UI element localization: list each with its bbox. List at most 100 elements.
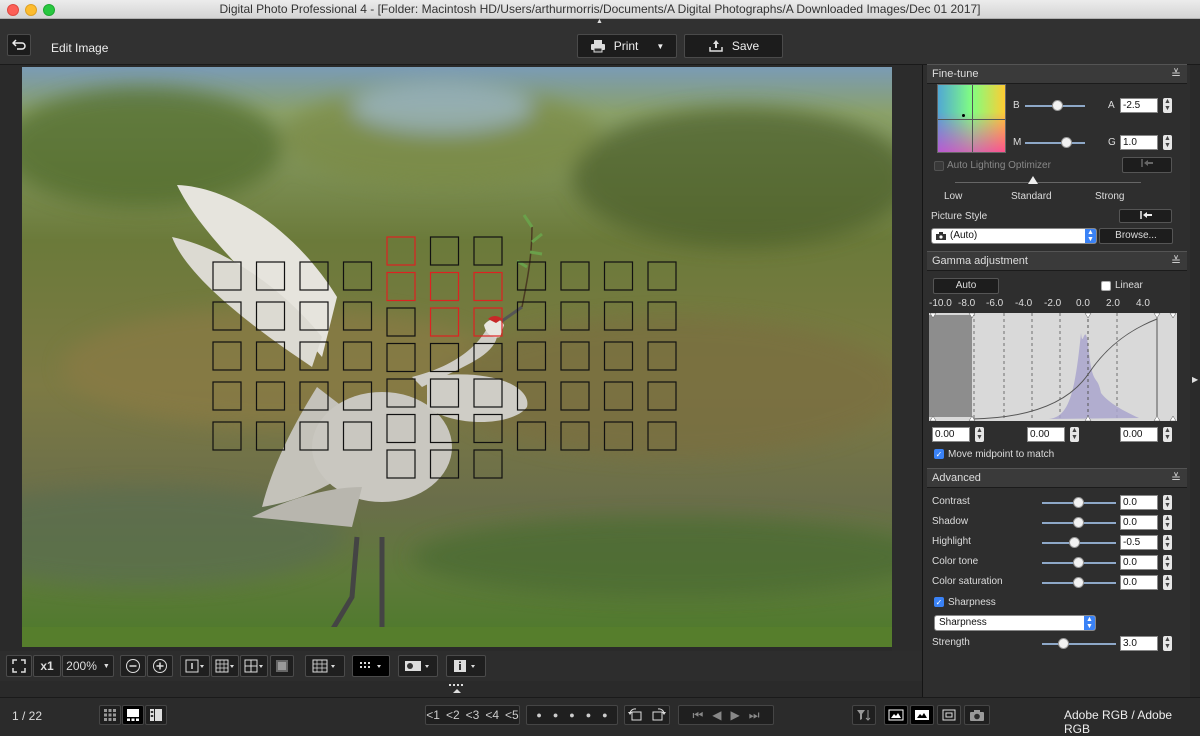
maximize-window-button[interactable] [43,4,55,16]
previous-image-icon[interactable]: ◀ [712,708,721,722]
advanced-row-slider[interactable] [1042,577,1116,588]
print-button[interactable]: Print ▼ [577,34,677,58]
close-window-button[interactable] [7,4,19,16]
gamma-midpoint-field[interactable]: 0.00 [1027,427,1065,442]
alo-reset-button[interactable] [1122,157,1172,173]
last-image-icon[interactable]: ⏭ [749,708,760,723]
move-midpoint-checkbox[interactable]: ✓ [934,449,944,459]
mg-stepper[interactable]: ▲ ▼ [1163,135,1172,150]
image-viewer[interactable] [22,67,892,647]
ba-slider[interactable] [1025,100,1085,111]
advanced-row-slider[interactable] [1042,537,1116,548]
compare-view-button[interactable] [270,655,294,677]
first-image-icon[interactable]: ⏮ [692,708,703,723]
mg-slider-knob[interactable] [1061,137,1072,148]
advanced-row-slider-knob[interactable] [1069,537,1081,548]
advanced-row-stepper[interactable]: ▲ ▼ [1163,555,1172,570]
advanced-row-value-field[interactable]: 0.0 [1120,575,1158,590]
strength-stepper[interactable]: ▲ ▼ [1163,636,1172,651]
rating-3-button[interactable]: ˂3 [466,708,480,722]
check-dot-5-icon[interactable]: ● [602,710,607,720]
highlight-warning-button[interactable] [398,655,438,677]
linear-checkbox[interactable] [1101,281,1111,291]
gamma-shadow-stepper[interactable]: ▲ ▼ [975,427,984,442]
gamma-histogram[interactable] [929,313,1177,421]
fit-screen-button[interactable] [6,655,32,677]
gamma-adjustment-header[interactable]: Gamma adjustment ≚ [927,251,1187,271]
zoom-level-select[interactable]: 200% ▼ [62,655,114,677]
ba-stepper[interactable]: ▲ ▼ [1163,98,1172,113]
check-dot-3-icon[interactable]: ● [569,710,574,720]
white-balance-grid[interactable] [937,84,1006,153]
mg-value-field[interactable]: 1.0 [1120,135,1158,150]
collapse-toolbar-icon[interactable]: ▲ [596,18,603,25]
ba-slider-knob[interactable] [1052,100,1063,111]
strength-slider[interactable] [1042,638,1116,649]
filmstrip-view-button[interactable] [122,705,144,725]
strength-value-field[interactable]: 3.0 [1120,636,1158,651]
check-dot-2-icon[interactable]: ● [553,710,558,720]
mg-slider[interactable] [1025,137,1085,148]
advanced-row-value-field[interactable]: 0.0 [1120,495,1158,510]
back-button[interactable] [7,34,31,56]
advanced-row-stepper[interactable]: ▲ ▼ [1163,515,1172,530]
browse-button[interactable]: Browse... [1099,228,1173,244]
collapse-chevron-icon[interactable]: ≚ [1171,252,1181,271]
advanced-row-slider[interactable] [1042,497,1116,508]
rating-1-button[interactable]: ˂1 [426,708,440,722]
advanced-row-slider-knob[interactable] [1073,497,1084,508]
zoom-1x-button[interactable]: x1 [33,655,61,677]
af-frame-display-button[interactable] [352,655,390,677]
tone-adjustment-tab[interactable] [910,705,934,725]
picture-style-select[interactable]: (Auto) ▲ ▼ [931,228,1097,244]
auto-lighting-optimizer-checkbox[interactable] [934,161,944,171]
rotate-right-icon[interactable] [650,708,666,722]
alo-level-marker[interactable] [1028,176,1038,184]
check-dot-1-icon[interactable]: ● [536,710,541,720]
advanced-row-slider-knob[interactable] [1073,517,1084,528]
advanced-row-slider-knob[interactable] [1073,577,1084,588]
minimize-window-button[interactable] [25,4,37,16]
sharpness-checkbox[interactable]: ✓ [934,597,944,607]
thumbnail-strip-toggle-icon[interactable] [448,683,466,695]
advanced-row-slider-knob[interactable] [1073,557,1084,568]
advanced-row-stepper[interactable]: ▲ ▼ [1163,495,1172,510]
next-image-icon[interactable]: ▶ [731,708,740,722]
collapse-chevron-icon[interactable]: ≚ [1171,469,1181,488]
thumbnail-view-button[interactable] [99,705,121,725]
gamma-shadow-field[interactable]: 0.00 [932,427,970,442]
picture-style-reset-button[interactable] [1119,209,1172,223]
advanced-header[interactable]: Advanced ≚ [927,468,1187,488]
gamma-highlight-stepper[interactable]: ▲ ▼ [1163,427,1172,442]
sharpness-mode-select[interactable]: Sharpness ▲ ▼ [934,615,1096,631]
strength-slider-knob[interactable] [1058,638,1070,649]
advanced-row-stepper[interactable]: ▲ ▼ [1163,535,1172,550]
rating-5-button[interactable]: ˂5 [505,708,519,722]
rating-4-button[interactable]: ˂4 [485,708,499,722]
af-point-display-button[interactable] [180,655,210,677]
zoom-in-button[interactable] [147,655,173,677]
info-button[interactable] [446,655,486,677]
advanced-row-stepper[interactable]: ▲ ▼ [1163,575,1172,590]
advanced-row-slider[interactable] [1042,517,1116,528]
ba-value-field[interactable]: -2.5 [1120,98,1158,113]
expand-panel-icon[interactable]: ▶ [1192,375,1198,384]
sort-filter-button[interactable] [852,705,876,725]
wb-point-marker[interactable] [962,114,965,117]
advanced-row-value-field[interactable]: 0.0 [1120,555,1158,570]
save-button[interactable]: Save [684,34,783,58]
camera-settings-tab[interactable] [964,705,990,725]
advanced-row-value-field[interactable]: 0.0 [1120,515,1158,530]
basic-adjustment-tab[interactable] [884,705,908,725]
advanced-row-value-field[interactable]: -0.5 [1120,535,1158,550]
rotate-left-icon[interactable] [628,708,644,722]
single-view-button[interactable] [145,705,167,725]
crop-guide-button[interactable] [240,655,268,677]
rating-2-button[interactable]: ˂2 [446,708,460,722]
crop-tab[interactable] [937,705,961,725]
gamma-auto-button[interactable]: Auto [933,278,999,294]
gamma-highlight-field[interactable]: 0.00 [1120,427,1158,442]
collapse-chevron-icon[interactable]: ≚ [1171,65,1181,84]
display-grid-button[interactable] [305,655,345,677]
gamma-midpoint-stepper[interactable]: ▲ ▼ [1070,427,1079,442]
